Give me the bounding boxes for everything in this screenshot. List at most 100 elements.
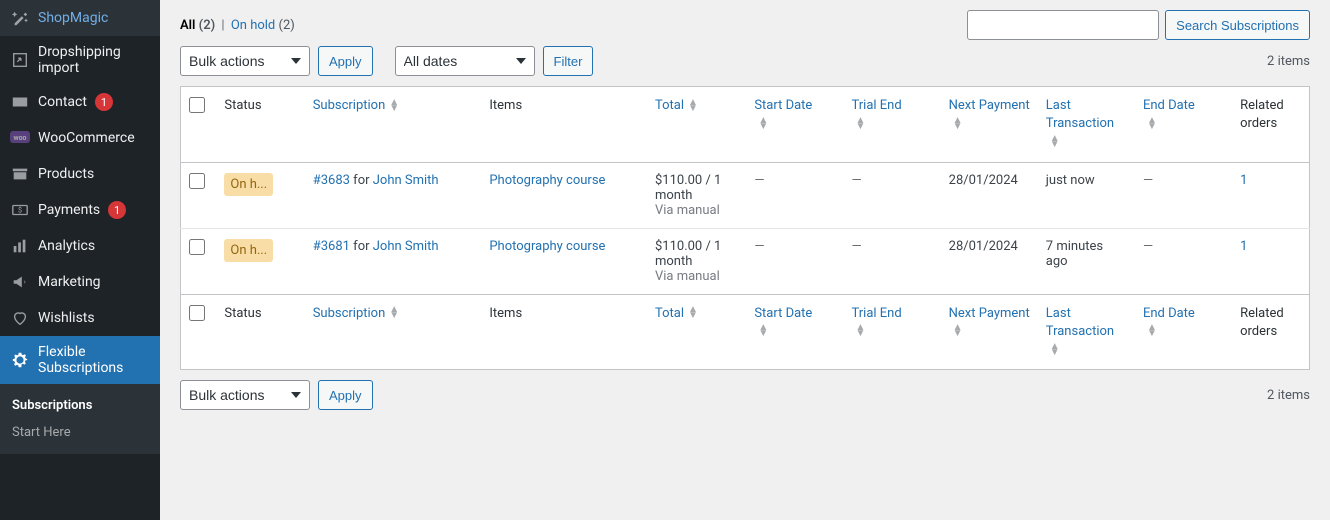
sidebar-item-payments[interactable]: $ Payments 1: [0, 192, 160, 228]
col-next-payment[interactable]: Next Payment: [941, 87, 1038, 163]
sort-icon: [1050, 136, 1060, 148]
col-next-payment[interactable]: Next Payment: [941, 294, 1038, 370]
notification-badge: 1: [108, 201, 126, 219]
start-date-value: —: [746, 162, 843, 228]
col-start-date[interactable]: Start Date: [746, 87, 843, 163]
apply-button[interactable]: Apply: [318, 46, 373, 76]
svg-text:$: $: [18, 206, 22, 215]
col-end-date[interactable]: End Date: [1135, 87, 1232, 163]
sort-icon: [688, 307, 698, 319]
col-last-transaction[interactable]: Last Transaction: [1038, 294, 1135, 370]
submenu-subscriptions[interactable]: Subscriptions: [0, 392, 160, 419]
col-status: Status: [216, 87, 304, 163]
sidebar-item-label: Flexible Subscriptions: [38, 344, 150, 376]
notification-badge: 1: [95, 93, 113, 111]
sidebar-item-contact[interactable]: Contact 1: [0, 84, 160, 120]
end-date-value: —: [1135, 228, 1232, 294]
status-badge: On h...: [224, 239, 273, 262]
payment-via: Via manual: [655, 269, 720, 284]
end-date-value: —: [1135, 162, 1232, 228]
subscription-id-link[interactable]: #3683: [313, 173, 350, 188]
sort-icon: [1147, 325, 1157, 337]
total-value: $110.00 / 1 month: [655, 173, 721, 203]
status-badge: On h...: [224, 173, 273, 196]
filter-button[interactable]: Filter: [543, 46, 594, 76]
mail-icon: [10, 92, 30, 112]
items-count-bottom: 2 items: [1267, 388, 1310, 403]
related-orders-link[interactable]: 1: [1240, 173, 1247, 188]
customer-link[interactable]: John Smith: [373, 239, 439, 254]
col-last-transaction[interactable]: Last Transaction: [1038, 87, 1135, 163]
items-count: 2 items: [1267, 54, 1310, 69]
sidebar-item-label: Products: [38, 166, 94, 182]
sidebar-item-wishlists[interactable]: Wishlists: [0, 300, 160, 336]
col-items: Items: [481, 87, 647, 163]
customer-link[interactable]: John Smith: [373, 173, 439, 188]
woo-icon: woo: [10, 128, 30, 148]
sidebar-item-analytics[interactable]: Analytics: [0, 228, 160, 264]
related-orders-link[interactable]: 1: [1240, 239, 1247, 254]
last-transaction-value: just now: [1038, 162, 1135, 228]
trial-end-value: —: [843, 162, 940, 228]
sort-icon: [758, 325, 768, 337]
megaphone-icon: [10, 272, 30, 292]
payment-via: Via manual: [655, 203, 720, 218]
sidebar-item-flexible-subscriptions[interactable]: Flexible Subscriptions: [0, 336, 160, 384]
sort-icon: [953, 325, 963, 337]
subscription-id-link[interactable]: #3681: [313, 239, 350, 254]
apply-button-bottom[interactable]: Apply: [318, 380, 373, 410]
dates-select[interactable]: All dates: [395, 46, 535, 76]
sidebar-item-woocommerce[interactable]: woo WooCommerce: [0, 120, 160, 156]
sort-icon: [855, 325, 865, 337]
sort-icon: [389, 307, 399, 319]
sidebar-item-label: Analytics: [38, 238, 95, 254]
row-checkbox[interactable]: [189, 173, 205, 189]
last-transaction-value: 7 minutes ago: [1038, 228, 1135, 294]
col-related: Related orders: [1232, 87, 1309, 163]
submenu-start-here[interactable]: Start Here: [0, 419, 160, 446]
sidebar-item-products[interactable]: Products: [0, 156, 160, 192]
sidebar-item-marketing[interactable]: Marketing: [0, 264, 160, 300]
col-start-date[interactable]: Start Date: [746, 294, 843, 370]
col-subscription[interactable]: Subscription: [305, 294, 482, 370]
total-value: $110.00 / 1 month: [655, 239, 721, 269]
trial-end-value: —: [843, 228, 940, 294]
sort-icon: [855, 118, 865, 130]
sidebar-item-label: Contact: [38, 94, 87, 110]
col-related: Related orders: [1232, 294, 1309, 370]
filter-all[interactable]: All (2): [180, 18, 215, 33]
money-icon: $: [10, 200, 30, 220]
filter-onhold[interactable]: On hold (2): [231, 18, 295, 33]
heart-icon: [10, 308, 30, 328]
row-checkbox[interactable]: [189, 239, 205, 255]
search-input[interactable]: [967, 10, 1159, 40]
archive-icon: [10, 164, 30, 184]
svg-text:woo: woo: [13, 134, 26, 142]
export-icon: [10, 50, 30, 70]
bulk-actions-select-bottom[interactable]: Bulk actions: [180, 380, 310, 410]
sidebar-item-shopmagic[interactable]: ShopMagic: [0, 0, 160, 36]
subscriptions-table: Status Subscription Items Total Start Da…: [180, 86, 1310, 370]
col-trial-end[interactable]: Trial End: [843, 87, 940, 163]
select-all-checkbox-footer[interactable]: [189, 305, 205, 321]
col-total[interactable]: Total: [647, 87, 746, 163]
table-row: On h... #3681 for John Smith Photography…: [181, 228, 1310, 294]
item-link[interactable]: Photography course: [489, 239, 605, 254]
status-filter-links: All (2) | On hold (2): [180, 18, 295, 33]
col-subscription[interactable]: Subscription: [305, 87, 482, 163]
analytics-icon: [10, 236, 30, 256]
sidebar-item-label: Marketing: [38, 274, 101, 290]
sidebar-submenu: Subscriptions Start Here: [0, 384, 160, 454]
sidebar-item-label: Dropshipping import: [38, 44, 150, 76]
col-total[interactable]: Total: [647, 294, 746, 370]
col-trial-end[interactable]: Trial End: [843, 294, 940, 370]
sort-icon: [953, 118, 963, 130]
item-link[interactable]: Photography course: [489, 173, 605, 188]
sidebar-item-dropshipping[interactable]: Dropshipping import: [0, 36, 160, 84]
start-date-value: —: [746, 228, 843, 294]
col-end-date[interactable]: End Date: [1135, 294, 1232, 370]
search-button[interactable]: Search Subscriptions: [1165, 10, 1310, 40]
bulk-actions-select[interactable]: Bulk actions: [180, 46, 310, 76]
select-all-checkbox[interactable]: [189, 97, 205, 113]
next-payment-value: 28/01/2024: [941, 162, 1038, 228]
